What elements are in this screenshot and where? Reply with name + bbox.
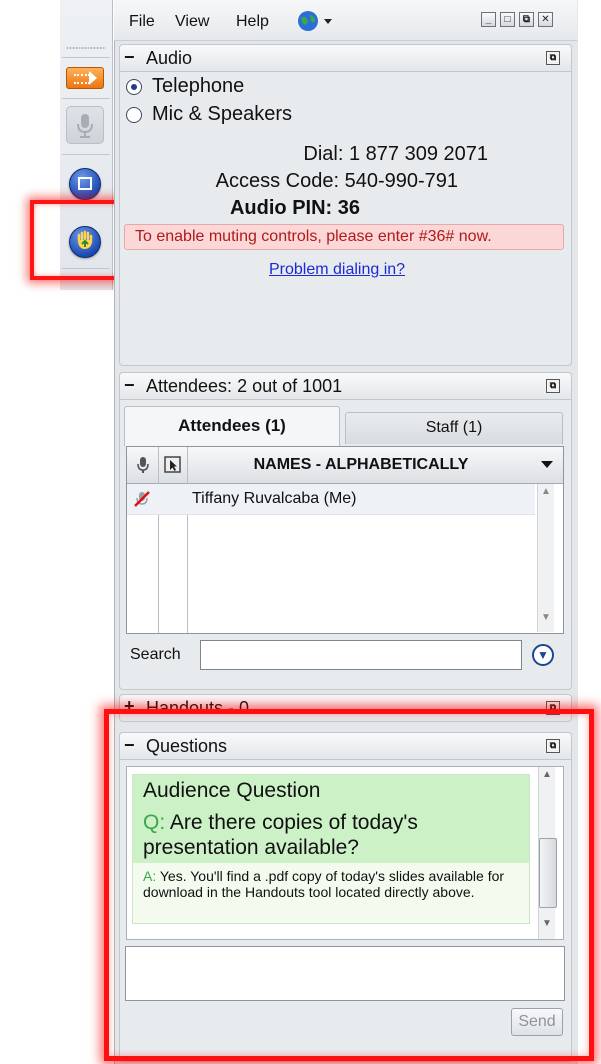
attendees-title: Attendees: 2 out of 1001 [146, 376, 343, 396]
close-button[interactable]: ✕ [538, 12, 553, 27]
attendee-scrollbar[interactable] [537, 484, 554, 632]
menu-file[interactable]: File [129, 13, 155, 31]
audio-collapse-toggle[interactable]: − [124, 48, 135, 66]
questions-highlight [104, 709, 594, 1061]
access-code: Access Code: 540-990-791 [215, 170, 458, 192]
minimize-button[interactable]: _ [481, 12, 496, 27]
column-divider [158, 447, 159, 633]
scroll-up-icon[interactable]: ▲ [541, 486, 551, 497]
microphone-icon [77, 114, 93, 138]
arrow-right-icon [89, 71, 97, 85]
collapse-panel-button[interactable] [66, 67, 104, 89]
problem-dialing-link[interactable]: Problem dialing in? [269, 261, 405, 279]
menu-view[interactable]: View [175, 13, 209, 31]
telephone-label[interactable]: Telephone [152, 75, 244, 98]
names-column-header[interactable]: NAMES - ALPHABETICALLY [188, 456, 534, 474]
muted-mic-icon[interactable] [132, 489, 152, 509]
attendees-collapse-toggle[interactable]: − [124, 376, 135, 394]
screen-share-button[interactable] [69, 168, 101, 200]
mic-speakers-label[interactable]: Mic & Speakers [152, 103, 292, 126]
tab-attendees[interactable]: Attendees (1) [124, 406, 340, 446]
chevron-down-icon[interactable]: ▼ [532, 644, 554, 666]
mic-column-header[interactable] [132, 454, 154, 476]
popout-icon[interactable]: ⧉ [546, 379, 560, 393]
microphone-icon [137, 457, 149, 473]
presenter-column-header[interactable] [162, 454, 184, 476]
toolbar-grip[interactable] [66, 47, 106, 49]
telephone-radio[interactable] [126, 79, 142, 95]
scroll-down-icon[interactable]: ▼ [541, 612, 551, 623]
popout-icon[interactable]: ⧉ [546, 51, 560, 65]
menu-help[interactable]: Help [236, 13, 269, 31]
audio-title: Audio [146, 48, 193, 68]
microphone-button[interactable] [66, 106, 104, 144]
audio-pin: Audio PIN: 36 [229, 197, 360, 219]
attendee-name[interactable]: Tiffany Ruvalcaba (Me) [192, 490, 357, 508]
column-divider [187, 447, 188, 633]
restore-button[interactable]: ⧉ [519, 12, 534, 27]
maximize-button[interactable]: □ [500, 12, 515, 27]
toolbar-divider [62, 154, 110, 155]
globe-icon [298, 11, 332, 31]
language-menu[interactable] [297, 10, 337, 32]
sort-dropdown-icon[interactable] [541, 461, 553, 468]
screen-icon [78, 177, 92, 190]
search-label: Search [130, 646, 181, 663]
cursor-screen-icon [164, 456, 181, 473]
toolbar-divider [62, 57, 110, 58]
tab-staff[interactable]: Staff (1) [345, 412, 563, 444]
search-input[interactable] [200, 640, 522, 670]
dial-number: Dial: 1 877 309 2071 [303, 143, 488, 165]
mic-speakers-radio[interactable] [126, 107, 142, 123]
toolbar-divider [62, 98, 110, 99]
muting-warning: To enable muting controls, please enter … [124, 224, 564, 250]
